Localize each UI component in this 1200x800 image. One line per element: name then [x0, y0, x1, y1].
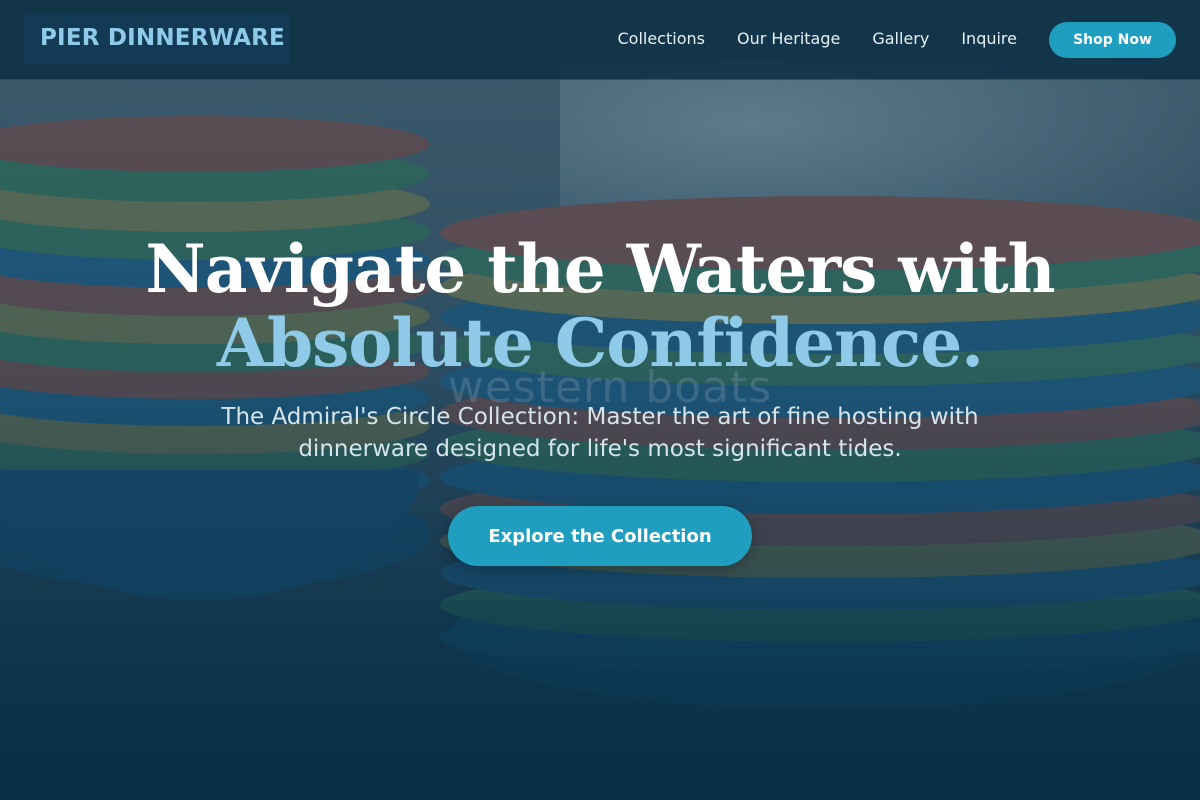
shop-now-button[interactable]: Shop Now [1049, 22, 1176, 58]
headline-line-1: Navigate the Waters with [145, 230, 1055, 308]
nav-link-inquire[interactable]: Inquire [961, 29, 1017, 48]
explore-collection-button[interactable]: Explore the Collection [448, 506, 752, 566]
nav-links: Collections Our Heritage Gallery Inquire [617, 29, 1017, 48]
nav-link-gallery[interactable]: Gallery [872, 29, 929, 48]
headline-line-2: Absolute Confidence. [216, 304, 984, 382]
hero-subtitle: The Admiral's Circle Collection: Master … [221, 404, 979, 462]
site-logo[interactable]: PIER DINNERWARE [40, 25, 285, 51]
logo-container[interactable]: PIER DINNERWARE [24, 14, 290, 64]
hero-section: western boats PIER DINNERWARE Collection… [0, 0, 1200, 800]
nav-link-collections[interactable]: Collections [617, 29, 704, 48]
nav-link-our-heritage[interactable]: Our Heritage [737, 29, 840, 48]
navbar: PIER DINNERWARE Collections Our Heritage… [0, 0, 1200, 80]
hero-headline: Navigate the Waters with Absolute Confid… [0, 232, 1200, 380]
